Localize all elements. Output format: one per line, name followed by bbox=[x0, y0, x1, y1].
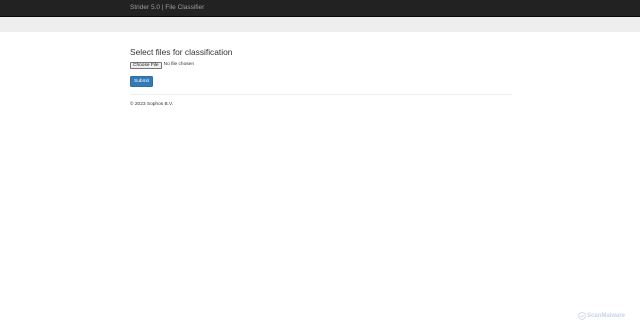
top-navbar: Strider 5.0 | File Classifier bbox=[0, 0, 640, 17]
header-band bbox=[0, 17, 640, 32]
footer-copyright: © 2023 Sophos B.V. bbox=[130, 102, 174, 107]
shield-logo-icon bbox=[578, 312, 586, 320]
file-input[interactable]: Choose File No file chosen bbox=[130, 61, 512, 69]
scanmalware-watermark: ScanMalware bbox=[578, 312, 625, 320]
page-title: Select files for classification bbox=[130, 47, 233, 57]
main-container: Select files for classification Choose F… bbox=[130, 47, 512, 108]
footer-divider bbox=[130, 94, 512, 95]
watermark-text: ScanMalware bbox=[587, 313, 626, 319]
file-status-text: No file chosen bbox=[163, 62, 195, 67]
submit-button[interactable]: Submit bbox=[130, 76, 153, 87]
choose-file-button[interactable]: Choose File bbox=[130, 61, 162, 69]
navbar-brand[interactable]: Strider 5.0 | File Classifier bbox=[130, 4, 204, 12]
